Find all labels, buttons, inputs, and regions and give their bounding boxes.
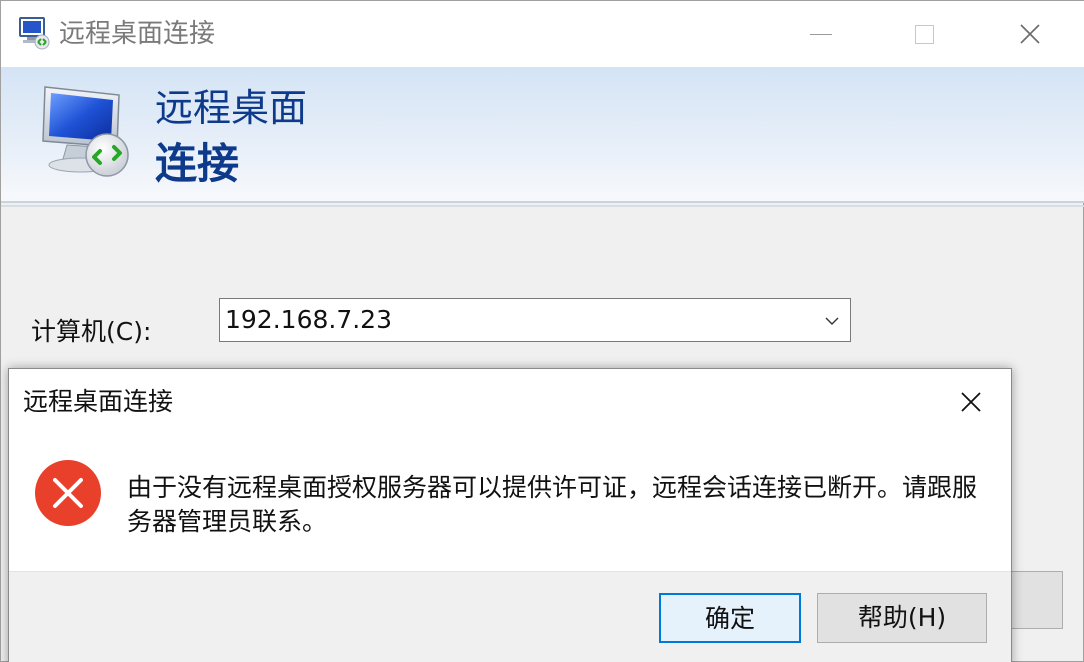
dialog-message: 由于没有远程桌面授权服务器可以提供许可证，远程会话连接已断开。请跟服务器管理员联… [127, 473, 978, 536]
close-icon [961, 392, 981, 412]
error-dialog: 远程桌面连接 由于没有远程桌面授权服务器可以提供许可证，远程会话连接已断开。请跟… [8, 368, 1012, 662]
remote-desktop-monitor-icon [42, 86, 129, 177]
dialog-close-button[interactable] [947, 383, 995, 421]
dialog-footer: 确定 帮助(H) [9, 571, 1011, 662]
dialog-title: 远程桌面连接 [23, 387, 174, 416]
chevron-down-icon[interactable] [824, 313, 840, 329]
close-button[interactable] [980, 1, 1080, 67]
window-title: 远程桌面连接 [59, 19, 216, 49]
remote-desktop-icon [19, 17, 50, 50]
banner-title-line2: 连接 [155, 139, 240, 188]
error-icon [35, 460, 101, 526]
banner-title-line1: 远程桌面 [155, 86, 308, 130]
computer-combobox-value[interactable]: 192.168.7.23 [225, 303, 392, 337]
computer-label: 计算机(C): [31, 317, 152, 346]
title-bar[interactable]: 远程桌面连接 [1, 1, 1084, 67]
header-banner: 远程桌面 连接 [1, 67, 1084, 207]
minimize-button[interactable] [771, 1, 871, 67]
background-button-partial[interactable] [1011, 571, 1063, 629]
minimize-icon [810, 33, 832, 35]
computer-combobox[interactable]: 192.168.7.23 [219, 298, 851, 342]
maximize-button[interactable] [874, 1, 974, 67]
maximize-icon [914, 24, 934, 44]
ok-button[interactable]: 确定 [659, 593, 801, 643]
close-icon [1020, 24, 1040, 44]
help-button[interactable]: 帮助(H) [817, 593, 987, 643]
